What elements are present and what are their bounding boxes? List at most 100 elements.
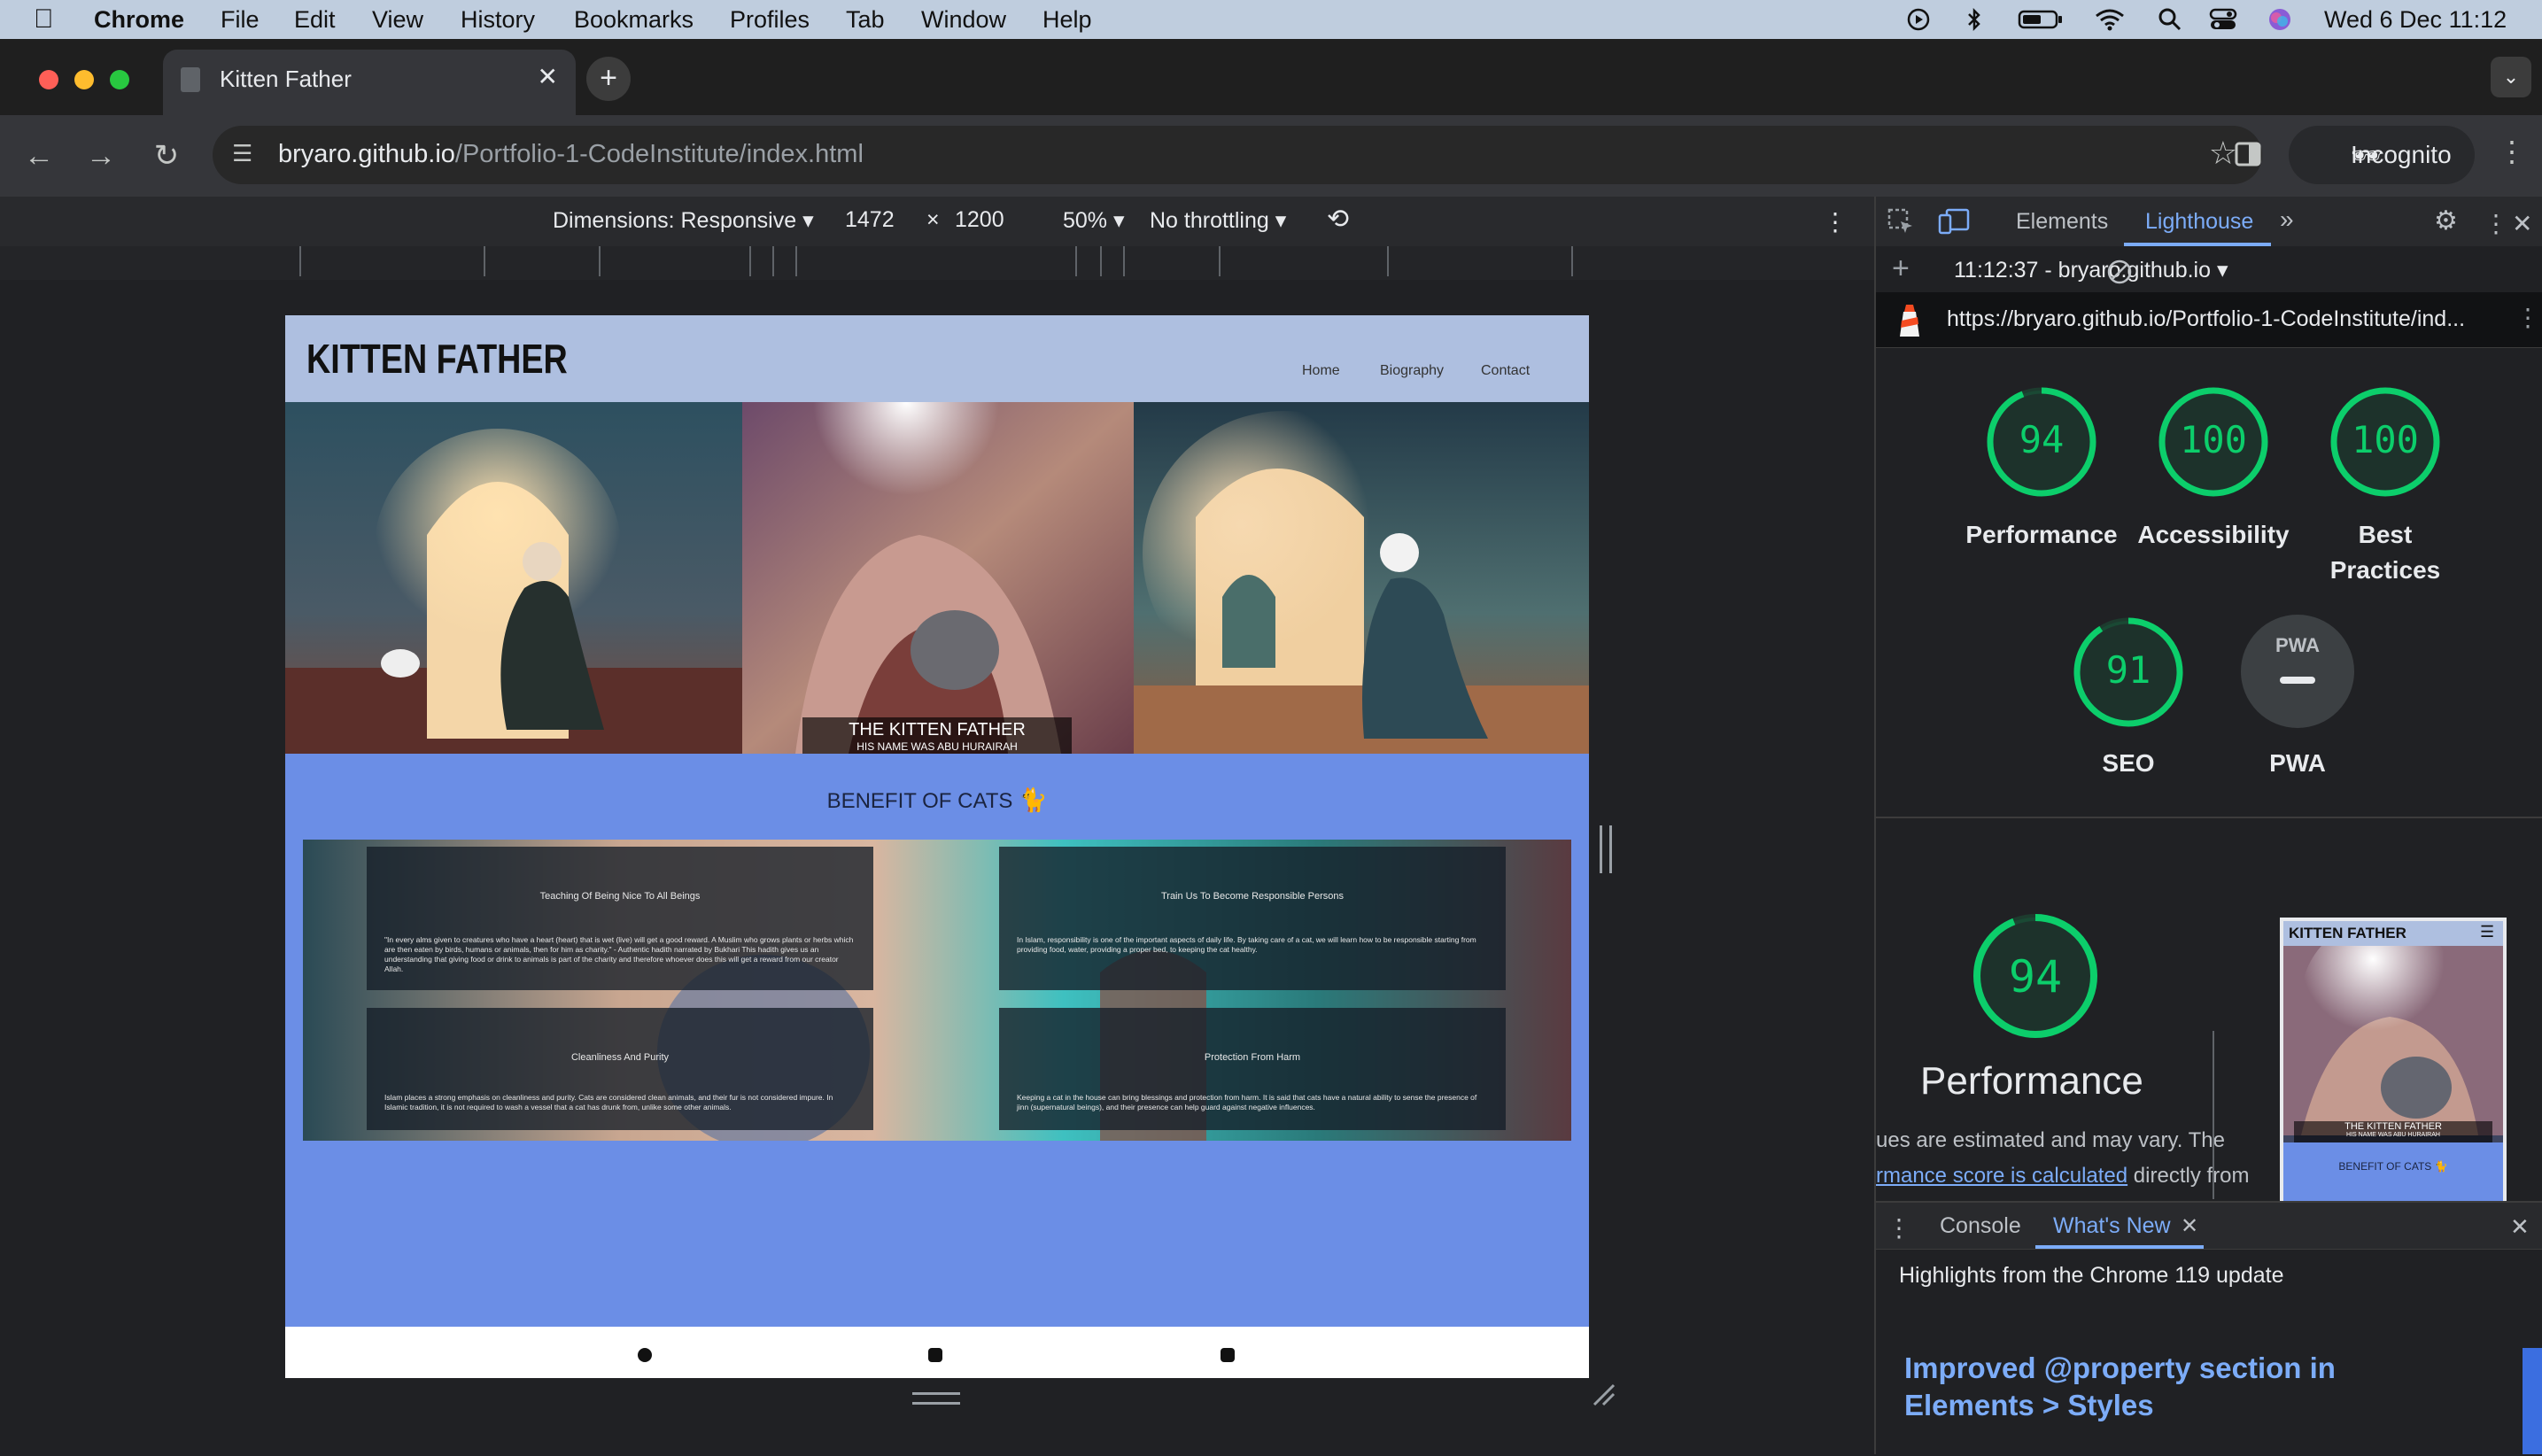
rotate-icon[interactable]: ⟲ [1327,204,1349,235]
menu-profiles[interactable]: Profiles [730,0,810,39]
zoom-select[interactable]: 50% ▾ [1063,207,1125,234]
best-practices-score-label: Best Practices [2329,521,2441,584]
benefit-title-text: BENEFIT OF CATS [826,789,1013,813]
incognito-badge[interactable]: 🕶 Incognito [2289,126,2475,184]
device-toggle-icon[interactable] [1938,207,1970,236]
drawer-menu-icon[interactable]: ⋮ [1887,1213,1911,1243]
whats-new-heading[interactable]: Improved @property section in Elements >… [1904,1350,2436,1424]
apple-menu-icon[interactable]:  [34,0,54,39]
menu-bar-clock[interactable]: Wed 6 Dec 11:12 [2324,0,2507,39]
throttling-label: No throttling [1150,208,1269,233]
url-host: bryaro.github.io [278,140,455,168]
tab-close-icon[interactable]: ✕ [538,62,558,91]
emulated-page: KITTEN FATHER Home Biography Contact THE… [285,315,1589,1378]
spotlight-search-icon[interactable] [2158,7,2182,32]
viewport-resize-handle-right[interactable] [1600,825,1612,873]
whats-new-close-icon[interactable]: ✕ [2181,1213,2198,1239]
lighthouse-report-url-bar: https://bryaro.github.io/Portfolio-1-Cod… [1876,292,2542,348]
menu-tab[interactable]: Tab [846,0,885,39]
back-arrow-icon[interactable]: ← [18,135,60,177]
url-text[interactable]: bryaro.github.io/Portfolio-1-CodeInstitu… [278,140,864,169]
site-logo[interactable]: KITTEN FATHER [306,335,568,383]
menu-help[interactable]: Help [1042,0,1092,39]
macos-menu-bar:  Chrome File Edit View History Bookmark… [0,0,2542,39]
inspect-element-icon[interactable] [1887,207,1915,236]
clear-reports-icon[interactable] [2106,259,2133,285]
hero-panel-right-image [1134,402,1589,754]
thumbnail-benefit-text: BENEFIT OF CATS [2338,1160,2432,1173]
final-screenshot-thumbnail[interactable]: KITTEN FATHER ☰ THE KITTEN FATHER HIS NA… [2280,918,2507,1206]
viewport-resize-handle-bottom[interactable] [912,1392,960,1405]
bluetooth-icon[interactable] [1965,7,1984,32]
youtube-icon[interactable] [1221,1348,1235,1362]
pwa-badge[interactable]: PWA [2241,615,2354,728]
viewport-width-input[interactable]: 1472 [845,207,895,233]
devtools-tab-lighthouse[interactable]: Lighthouse [2145,209,2253,235]
battery-icon[interactable] [2018,7,2064,32]
devtools-close-icon[interactable]: ✕ [2512,209,2532,238]
new-tab-button[interactable]: + [586,57,631,101]
reload-icon[interactable]: ↻ [145,135,188,177]
wifi-icon[interactable] [2094,7,2126,32]
instagram-icon[interactable] [928,1348,942,1362]
performance-score-value: 94 [2019,418,2065,461]
menu-edit[interactable]: Edit [294,0,336,39]
menu-history[interactable]: History [461,0,535,39]
menu-view[interactable]: View [372,0,423,39]
ruler-tick [772,246,774,276]
drawer-close-icon[interactable]: ✕ [2510,1213,2530,1241]
viewport-resize-corner-icon[interactable] [1591,1382,1617,1408]
performance-score-link[interactable]: rmance score is calculated [1876,1164,2127,1188]
site-nav-home[interactable]: Home [1302,363,1340,379]
benefit-card: Train Us To Become Responsible Persons I… [999,847,1506,990]
devtools-settings-gear-icon[interactable]: ⚙ [2434,205,2458,236]
address-bar[interactable]: ☰ bryaro.github.io/Portfolio-1-CodeInsti… [213,126,2262,184]
benefit-card: Cleanliness And Purity Islam places a st… [367,1008,873,1130]
forward-arrow-icon[interactable]: → [80,135,122,177]
more-tabs-chevron-icon[interactable]: » [2280,205,2294,234]
device-toolbar-more-icon[interactable]: ⋮ [1823,207,1848,236]
report-url[interactable]: https://bryaro.github.io/Portfolio-1-Cod… [1947,306,2465,332]
pinterest-icon[interactable] [638,1348,652,1362]
ruler-tick [749,246,751,276]
benefit-card-body: Keeping a cat in the house can bring ble… [1017,1093,1477,1111]
menu-app-name[interactable]: Chrome [94,0,184,39]
devtools-more-icon[interactable]: ⋮ [2484,209,2508,238]
side-panel-icon[interactable] [2234,140,2262,168]
window-close-button[interactable] [39,70,58,89]
media-play-icon[interactable] [1906,7,1931,32]
control-center-icon[interactable] [2209,7,2237,32]
window-minimize-button[interactable] [74,70,94,89]
devtools-tab-elements[interactable]: Elements [2016,209,2108,235]
benefit-section-title: BENEFIT OF CATS 🐈 [285,786,1589,814]
incognito-label: Incognito [2351,141,2452,168]
browser-tab-active[interactable]: Kitten Father ✕ [163,50,576,115]
report-select[interactable]: 11:12:37 - bryaro.github.io ▾ [1954,257,2228,283]
site-info-icon[interactable]: ☰ [232,140,260,168]
viewport-height-input[interactable]: 1200 [955,207,1004,233]
media-query-ruler[interactable] [0,246,1874,281]
site-nav-biography[interactable]: Biography [1380,363,1444,379]
new-report-plus-icon[interactable]: + [1892,252,1910,286]
benefit-card-heading: Cleanliness And Purity [570,1052,670,1063]
tab-search-chevron-icon[interactable]: ⌄ [2491,57,2531,97]
throttling-select[interactable]: No throttling ▾ [1150,207,1286,234]
dimensions-select[interactable]: Dimensions: Responsive ▾ [553,207,814,234]
site-footer [285,1327,1589,1378]
drawer-tab-whats-new[interactable]: What's New [2053,1213,2171,1239]
menu-window[interactable]: Window [921,0,1006,39]
menu-file[interactable]: File [221,0,260,39]
benefit-card-body: Islam places a strong emphasis on cleanl… [384,1093,833,1111]
site-nav-contact[interactable]: Contact [1481,363,1530,379]
thumbnail-body: BENEFIT OF CATS 🐈 [2283,1142,2503,1203]
hero-caption-title: THE KITTEN FATHER [849,720,1026,740]
menu-bookmarks[interactable]: Bookmarks [574,0,694,39]
site-header: KITTEN FATHER Home Biography Contact [285,315,1589,402]
browser-kebab-menu-icon[interactable]: ⋮ [2498,135,2526,168]
siri-icon[interactable] [2267,7,2292,32]
performance-big-label: Performance [1920,1059,2143,1103]
pwa-label: PWA [2269,749,2326,777]
report-menu-icon[interactable]: ⋮ [2515,303,2540,332]
drawer-tab-console[interactable]: Console [1940,1213,2021,1239]
window-zoom-button[interactable] [110,70,129,89]
